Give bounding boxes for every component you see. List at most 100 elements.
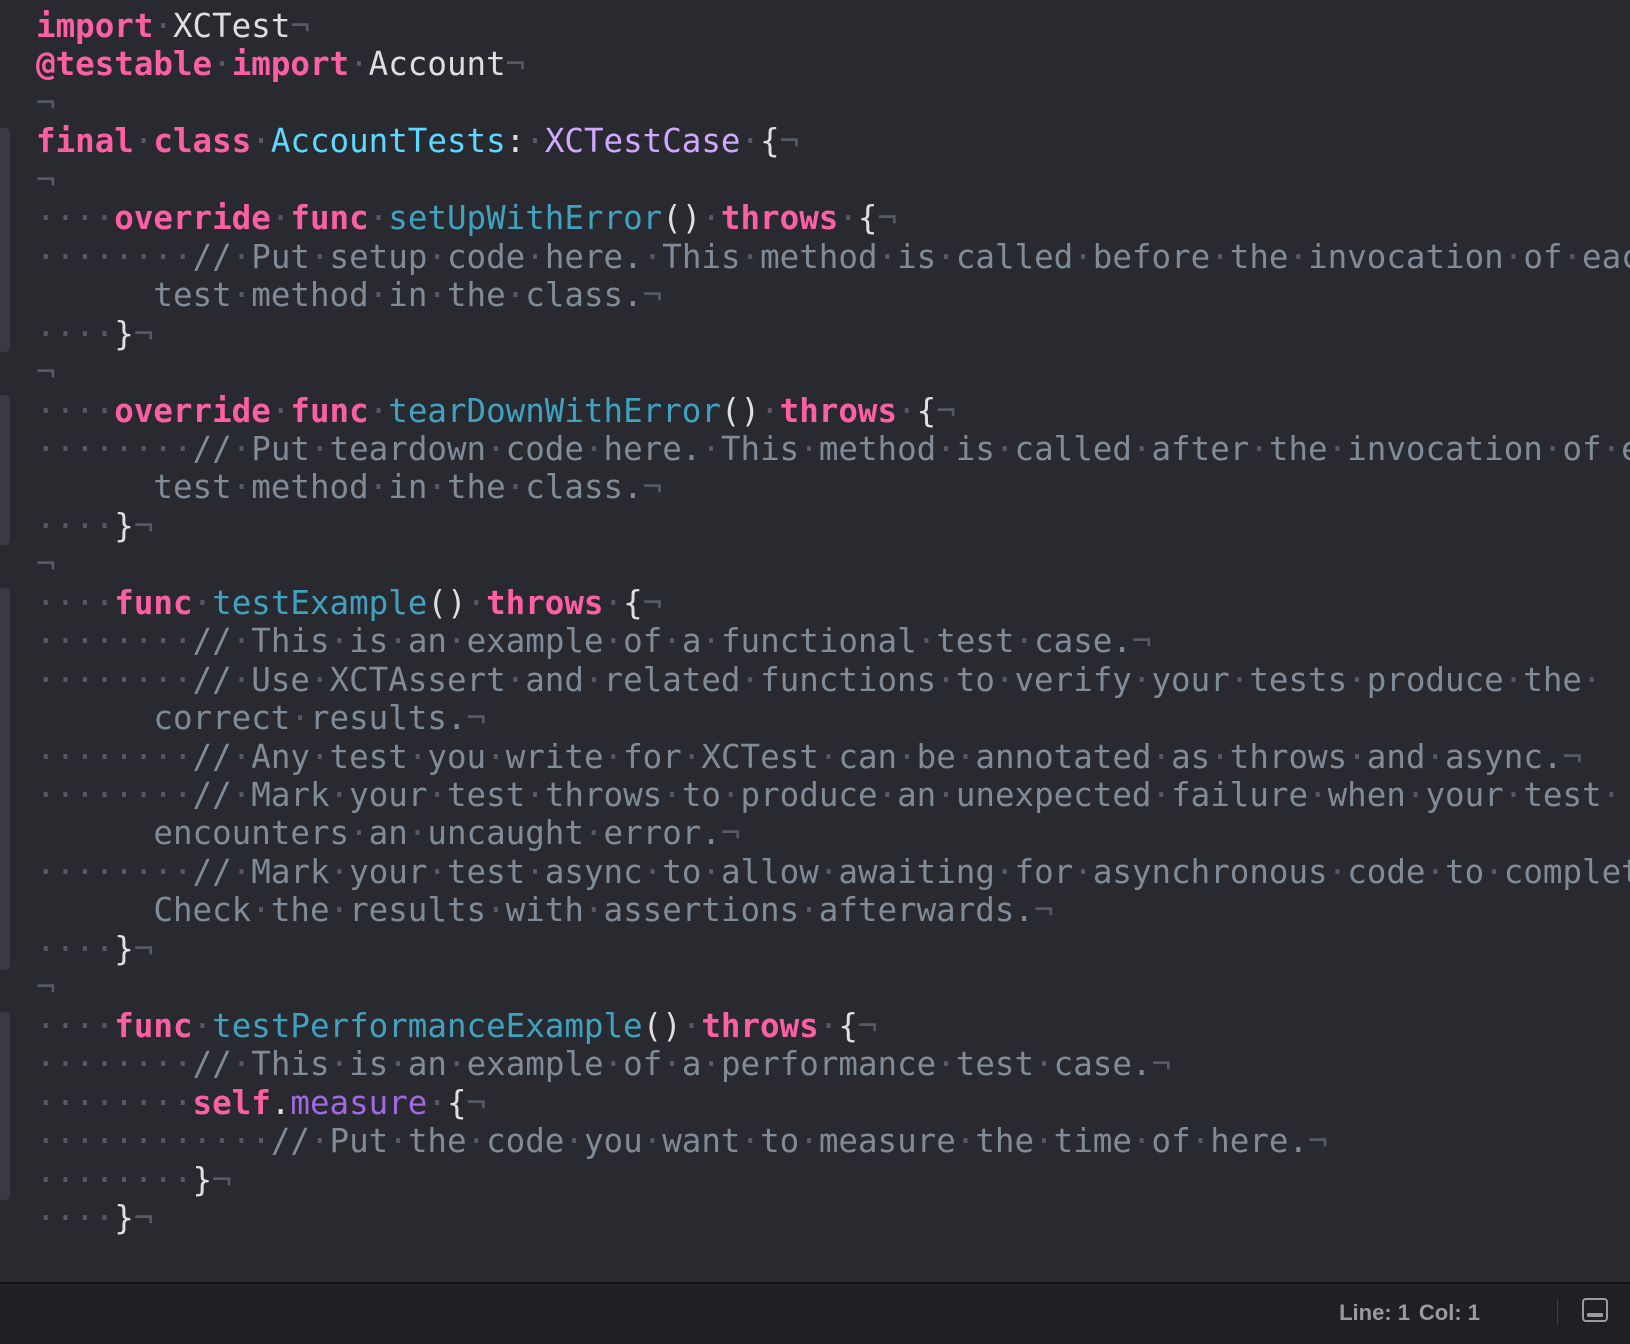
code-token: // bbox=[192, 1045, 232, 1084]
code-token: // bbox=[192, 237, 232, 276]
code-token: () bbox=[720, 391, 761, 430]
code-line[interactable]: ¬ bbox=[36, 352, 56, 392]
code-token: : bbox=[505, 122, 526, 161]
code-line[interactable]: ····}¬ bbox=[36, 506, 153, 546]
code-line[interactable]: Check·the·results·with·assertions·afterw… bbox=[36, 890, 1053, 930]
invisible-char: · bbox=[251, 122, 271, 161]
code-token: throws bbox=[701, 1006, 819, 1045]
code-token: This bbox=[662, 237, 741, 276]
invisible-char: · bbox=[681, 737, 702, 776]
code-line[interactable]: encounters·an·uncaught·error.¬ bbox=[36, 813, 740, 853]
code-line[interactable]: ········//·Mark·your·test·throws·to·prod… bbox=[36, 775, 1621, 815]
invisible-char: · bbox=[1327, 429, 1348, 468]
invisible-char: · bbox=[701, 852, 721, 891]
invisible-char: ···· bbox=[36, 506, 115, 545]
invisible-char: · bbox=[1425, 852, 1446, 891]
code-line[interactable]: ········//·This·is·an·example·of·a·funct… bbox=[36, 621, 1152, 661]
code-token: @testable bbox=[36, 45, 213, 84]
code-line[interactable]: ····override·func·setUpWithError()·throw… bbox=[36, 198, 897, 238]
code-token: Account bbox=[368, 45, 506, 84]
code-token: the bbox=[975, 1122, 1035, 1161]
code-line[interactable]: @testable·import·Account¬ bbox=[36, 44, 525, 84]
code-line[interactable]: ········//·Mark·your·test·async·to·allow… bbox=[36, 852, 1630, 892]
code-line[interactable]: ····}¬ bbox=[36, 314, 153, 354]
code-token: of bbox=[1151, 1122, 1191, 1161]
code-token: of bbox=[623, 622, 663, 661]
code-line[interactable]: test·method·in·the·class.¬ bbox=[36, 467, 662, 507]
invisible-char: · bbox=[1034, 1045, 1054, 1084]
code-token: with bbox=[505, 891, 584, 930]
invisible-char: ········ bbox=[36, 776, 193, 814]
invisible-char: · bbox=[427, 237, 447, 276]
invisible-char: ···· bbox=[36, 391, 115, 430]
code-line[interactable]: correct·results.¬ bbox=[36, 698, 486, 738]
invisible-char: · bbox=[1308, 776, 1328, 814]
code-line[interactable]: ¬ bbox=[36, 967, 56, 1007]
code-line[interactable]: ¬ bbox=[36, 544, 56, 584]
invisible-char: · bbox=[1542, 429, 1563, 468]
invisible-char: · bbox=[642, 1122, 663, 1161]
invisible-char: · bbox=[133, 122, 154, 161]
code-token: time bbox=[1053, 1122, 1132, 1161]
code-line[interactable]: final·class·AccountTests:·XCTestCase·{¬ bbox=[36, 121, 799, 161]
invisible-char: · bbox=[407, 737, 428, 776]
invisible-char: · bbox=[309, 429, 330, 468]
code-line[interactable]: ········//·Put·setup·code·here.·This·met… bbox=[36, 237, 1630, 277]
invisible-char: · bbox=[603, 1045, 624, 1084]
code-token: verify bbox=[1014, 660, 1132, 699]
invisible-char: · bbox=[740, 1122, 761, 1161]
code-area[interactable]: import·XCTest¬ @testable·import·Account¬ ¬… bbox=[0, 0, 1630, 1282]
bottom-panel-toggle-icon[interactable] bbox=[1582, 1298, 1608, 1322]
code-token: to bbox=[955, 660, 995, 699]
invisible-char: ········ bbox=[36, 737, 193, 776]
source-editor[interactable]: import·XCTest¬ @testable·import·Account¬ ¬… bbox=[0, 0, 1630, 1282]
invisible-char: · bbox=[701, 199, 721, 238]
code-line[interactable]: ········//·Any·test·you·write·for·XCTest… bbox=[36, 737, 1582, 777]
code-token: } bbox=[114, 314, 134, 353]
code-token: code bbox=[505, 429, 584, 468]
code-line[interactable]: ········self.measure·{¬ bbox=[36, 1083, 486, 1123]
code-token: an bbox=[407, 622, 447, 661]
code-token: a bbox=[681, 1045, 702, 1084]
code-line[interactable]: ····}¬ bbox=[36, 929, 153, 969]
code-line[interactable]: ····}¬ bbox=[36, 1198, 153, 1238]
invisible-char: · bbox=[231, 237, 252, 276]
code-line[interactable]: ············//·Put·the·code·you·want·to·… bbox=[36, 1121, 1328, 1161]
invisible-char: ¬ bbox=[133, 929, 154, 968]
invisible-char: · bbox=[309, 1122, 330, 1161]
code-line[interactable]: ········//·Put·teardown·code·here.·This·… bbox=[36, 429, 1630, 469]
code-line[interactable]: import·XCTest¬ bbox=[36, 6, 310, 46]
code-line[interactable]: ····func·testExample()·throws·{¬ bbox=[36, 583, 662, 623]
code-line[interactable]: ¬ bbox=[36, 160, 56, 200]
code-line[interactable]: ········//·This·is·an·example·of·a·perfo… bbox=[36, 1044, 1171, 1084]
invisible-char: · bbox=[583, 429, 604, 468]
code-token: is bbox=[349, 1045, 389, 1084]
code-token: . bbox=[270, 1083, 291, 1122]
code-token: example bbox=[466, 1045, 604, 1084]
code-token: method bbox=[760, 237, 878, 276]
code-line[interactable]: ¬ bbox=[36, 83, 56, 123]
invisible-char: · bbox=[1347, 737, 1367, 776]
code-token: of bbox=[623, 1045, 663, 1084]
code-line[interactable]: test·method·in·the·class.¬ bbox=[36, 275, 662, 315]
invisible-char: · bbox=[740, 660, 761, 699]
invisible-char: · bbox=[583, 814, 604, 853]
invisible-char: · bbox=[662, 1045, 682, 1084]
invisible-char: · bbox=[251, 891, 271, 930]
code-token: testPerformanceExample bbox=[212, 1006, 643, 1045]
code-token: is bbox=[955, 429, 995, 468]
code-token: import bbox=[231, 45, 350, 84]
invisible-char: · bbox=[936, 1045, 956, 1084]
invisible-char: · bbox=[466, 583, 487, 622]
code-token: import bbox=[36, 7, 154, 45]
code-line[interactable]: ····func·testPerformanceExample()·throws… bbox=[36, 1006, 877, 1046]
code-token: // bbox=[270, 1122, 310, 1161]
code-line[interactable]: ····override·func·tearDownWithError()·th… bbox=[36, 391, 956, 431]
code-token: test bbox=[329, 737, 408, 776]
code-line[interactable]: ········}¬ bbox=[36, 1160, 232, 1200]
invisible-char: ¬ bbox=[936, 391, 956, 430]
invisible-char: · bbox=[231, 737, 252, 776]
code-token: uncaught bbox=[427, 814, 584, 853]
code-line[interactable]: ········//·Use·XCTAssert·and·related·fun… bbox=[36, 660, 1602, 700]
